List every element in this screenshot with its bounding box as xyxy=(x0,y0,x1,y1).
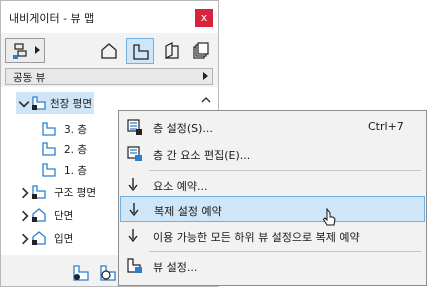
reserve-down-arrow-icon xyxy=(129,203,139,217)
chevron-right-icon xyxy=(203,72,208,80)
chevron-down-icon[interactable] xyxy=(18,97,30,111)
menu-item-label: 이용 가능한 모든 하위 뷰 설정으로 복제 예약 xyxy=(153,231,360,244)
tree-item-ceiling-plan[interactable]: 천장 평면 xyxy=(16,92,94,114)
chevron-right-icon xyxy=(35,46,40,54)
layout-book-icon xyxy=(165,42,179,59)
chevron-right-icon[interactable] xyxy=(19,186,31,200)
mouse-cursor-icon xyxy=(322,208,336,226)
tree-item-story-1[interactable]: 1. 층 xyxy=(41,159,111,181)
menu-item-reserve-clone-settings[interactable]: 복제 설정 예약 xyxy=(120,196,425,222)
window-title: 내비게이터 - 뷰 맵 xyxy=(9,12,95,25)
elevation-icon xyxy=(32,231,46,245)
menu-item-shortcut: Ctrl+7 xyxy=(368,120,404,133)
story-settings-icon xyxy=(127,119,142,135)
navigator-toolbar xyxy=(1,33,218,67)
tree-item-sections[interactable]: 단면 xyxy=(16,204,116,226)
menu-item-label: 뷰 설정... xyxy=(153,261,198,274)
tree-item-label: 2. 층 xyxy=(64,144,88,156)
section-icon xyxy=(32,208,46,222)
menu-item-label: 요소 예약... xyxy=(153,180,208,193)
layout-book-button[interactable] xyxy=(157,38,185,64)
view-set-value: 공동 뷰 xyxy=(13,72,46,84)
tree-item-label: 3. 층 xyxy=(64,124,88,136)
menu-item-label: 층 간 요소 편집(E)... xyxy=(153,149,251,162)
folder-plan-icon xyxy=(32,96,46,110)
publisher-sets-button[interactable] xyxy=(187,38,215,64)
menu-item-view-settings[interactable]: 뷰 설정... xyxy=(120,253,425,279)
tree-item-structural-plan[interactable]: 구조 평면 xyxy=(16,181,116,203)
tree-item-elevations[interactable]: 입면 xyxy=(16,227,116,249)
floor-plan-icon xyxy=(42,163,56,177)
view-settings-icon xyxy=(127,258,142,273)
project-map-button[interactable] xyxy=(95,38,123,64)
view-map-button[interactable] xyxy=(126,38,154,64)
context-menu: 층 설정(S)... Ctrl+7 층 간 요소 편집(E)... 요소 예약.… xyxy=(118,110,427,286)
floor-plan-icon xyxy=(42,142,56,156)
tree-item-label: 1. 층 xyxy=(64,165,88,177)
tree-item-story-2[interactable]: 2. 층 xyxy=(41,138,111,160)
chevron-right-icon[interactable] xyxy=(19,209,31,223)
menu-item-reserve-all-subviews[interactable]: 이용 가능한 모든 하위 뷰 설정으로 복제 예약 xyxy=(120,223,425,249)
new-folder-icon[interactable] xyxy=(98,263,118,283)
menu-separator xyxy=(149,170,421,171)
title-bar[interactable]: 내비게이터 - 뷰 맵 x xyxy=(1,1,218,33)
edit-elements-by-stories-icon xyxy=(127,146,142,161)
tree-item-label: 입면 xyxy=(54,233,74,245)
reserve-down-arrow-icon xyxy=(128,229,138,243)
tree-item-label: 천장 평면 xyxy=(50,98,92,110)
reserve-down-arrow-icon xyxy=(128,178,138,192)
tree-item-label: 구조 평면 xyxy=(54,187,96,199)
chevron-right-icon[interactable] xyxy=(19,232,31,246)
menu-item-reserve-elements[interactable]: 요소 예약... xyxy=(120,172,425,198)
floor-plan-icon xyxy=(42,122,56,136)
save-view-icon[interactable] xyxy=(71,263,91,283)
view-set-dropdown[interactable]: 공동 뷰 xyxy=(5,68,213,85)
tree-item-story-3[interactable]: 3. 층 xyxy=(41,118,111,140)
project-map-icon xyxy=(101,43,117,59)
close-button[interactable]: x xyxy=(195,9,213,27)
publisher-sets-icon xyxy=(193,42,209,59)
menu-item-label: 층 설정(S)... xyxy=(153,122,213,135)
menu-item-label: 복제 설정 예약 xyxy=(154,205,222,218)
tree-item-label: 단면 xyxy=(54,210,74,222)
view-map-icon xyxy=(133,44,149,60)
menu-item-edit-elements-by-stories[interactable]: 층 간 요소 편집(E)... xyxy=(120,141,425,167)
navigator-popup-button[interactable] xyxy=(5,38,45,63)
menu-item-story-settings[interactable]: 층 설정(S)... Ctrl+7 xyxy=(120,114,425,140)
scroll-up-icon[interactable] xyxy=(200,95,212,105)
folder-plan-icon xyxy=(32,185,46,199)
view-map-icon xyxy=(13,43,27,59)
menu-separator xyxy=(149,251,421,252)
